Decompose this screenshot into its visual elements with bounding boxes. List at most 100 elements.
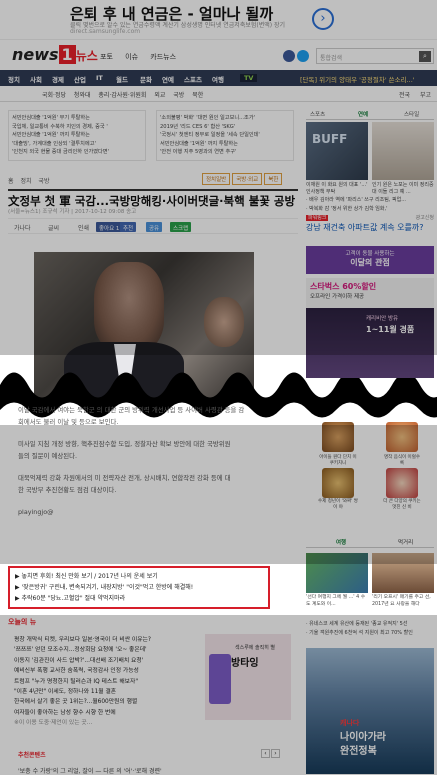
food-caption[interactable]: 수제 청년이 '와짜' 쌍이 야 — [318, 498, 358, 510]
news-link[interactable]: 서민안심대출 '1억원' 까지 투탈하는 — [160, 140, 290, 149]
list-item[interactable]: "이혼 4년만" 이세도, 정하나와 11월 결혼 — [14, 687, 199, 697]
nav-item-economy[interactable]: 경제 — [52, 74, 64, 84]
font-button[interactable]: 글씨 — [48, 223, 59, 232]
side-ad[interactable]: 섹스루에 솔직히 별 방타잉 — [205, 634, 291, 720]
news-link[interactable]: '안전 이행 지주 5영과의 연변 추구' — [160, 148, 290, 157]
news-link[interactable]: 서민안심대출 '1억원' 무기 투탈하는 — [12, 114, 142, 123]
tab-style[interactable]: 스타일 — [404, 110, 419, 118]
subnav-item[interactable]: 국회·정당 — [42, 92, 66, 99]
breadcrumb-home[interactable]: 홈 — [8, 178, 14, 185]
tab-travel[interactable]: 여행 — [336, 538, 346, 546]
tag[interactable]: 북한 — [264, 173, 283, 185]
list-item[interactable]: 여자들이 좋아하는 남성 향수 시향 한 번에 — [14, 708, 199, 718]
print-button[interactable]: 인쇄 — [78, 223, 89, 232]
caption[interactable]: 인기 원은 노포는 이미 정리중대 이들 리그 예 ... — [372, 182, 434, 196]
list-item[interactable]: 한국에서 살기 좋은 곳 1위는?...월600만원의 행렬 — [14, 697, 199, 707]
nav-item-travel[interactable]: 여행 — [212, 74, 224, 84]
tag[interactable]: 정치일반 — [202, 173, 231, 185]
food-caption[interactable]: 더 큰 다양의 쿠키는 멋진 신 비 — [382, 498, 422, 510]
promo-link[interactable]: ▶ '잦은방귀' 구린내, 변속되겨기, 내장지방' "이것"먹고 한방에 해결… — [15, 582, 263, 593]
chevron-right-icon[interactable]: › — [312, 8, 334, 30]
ad-url[interactable]: direct.samsunglife.com — [70, 28, 140, 35]
news-link[interactable]: '국정시' 첫엔티 정부로 일정을 '세속 단일인데' — [160, 131, 290, 140]
banner-ad[interactable]: 스타벅스 60%할인 오프라인 가격이하 제공 — [306, 278, 434, 308]
news-link[interactable]: 서민안심대출 '1억원' 까지 투탈하는 — [12, 131, 142, 140]
caption[interactable]: '리기 오프시' 매기를 주고 선, 2017년 요 사랑을 해다 — [372, 595, 434, 608]
list-item[interactable]: 평창 개막식 티켓, 우리보다 일본·영국이 더 비싼 이유는? — [14, 635, 199, 645]
nav-item-society[interactable]: 사회 — [30, 74, 42, 84]
nav-item-politics[interactable]: 정치 — [8, 74, 20, 84]
site-logo[interactable]: news 1 뉴스 — [12, 45, 98, 64]
list-item[interactable]: '쯔쯔쯔' 얻던 모조수지...정상회담 요청에 '오~ 좋은데' — [14, 645, 199, 655]
breadcrumb-politics[interactable]: 정치 — [20, 178, 31, 185]
canada-travel-ad[interactable]: 캐나다 나이아가라 완전정복 — [306, 648, 434, 774]
list-item[interactable]: · 기울 객원추진에 6천억 석 지원이 최고 70% 할인 — [306, 629, 434, 638]
news-link[interactable]: '소외불평' 박화' '대면 원인 일고보니...조가' — [160, 114, 290, 123]
nav-item-culture[interactable]: 문화 — [140, 74, 152, 84]
list-item[interactable]: 예비신부 폭행 교사한 숨폭력, 국정감사 인정 가능성 — [14, 666, 199, 676]
chevron-right-icon[interactable]: › — [271, 749, 280, 758]
food-caption[interactable]: 명작 음식이 이럴수록 — [382, 454, 422, 466]
text-ad[interactable]: 강남 재건축 아파트값 계속 오를까? — [306, 222, 434, 234]
recommend-button[interactable]: 추천 — [120, 222, 137, 232]
food-thumbnail[interactable] — [322, 468, 354, 498]
subnav-right-item[interactable]: 부고 — [420, 92, 431, 99]
thumbnail[interactable] — [306, 553, 368, 593]
nav-item-sports[interactable]: 스포츠 — [184, 74, 202, 84]
food-thumbnail[interactable] — [322, 422, 354, 452]
recommended-item[interactable]: '보충 수 가랑'의 그 리얼, 잘이 — 다른 의 '어'·'로해 경련' — [18, 766, 162, 775]
list-item[interactable]: 이동지 '김관진이 사드 압박?'...대선배 조기배치 요청' — [14, 656, 199, 666]
search-icon[interactable]: ⌕ — [419, 51, 431, 62]
list-item[interactable]: · 박복화 감 '정서 위한 상가 김학 임화,' — [306, 205, 434, 214]
thumbnail[interactable] — [372, 553, 434, 593]
font-size-button[interactable]: 가나다 — [14, 223, 31, 232]
top-link-issue[interactable]: 이슈 — [125, 53, 138, 61]
promo-link[interactable]: ▶ 추락60분 "당뇨.고혈압" 절대 약먹지마라 — [15, 593, 263, 604]
news-link[interactable]: '인천지 외국 현물 증대 금리인하 인가였다면' — [12, 148, 142, 157]
nav-item-entertainment[interactable]: 연예 — [162, 74, 174, 84]
facebook-icon[interactable] — [283, 50, 295, 62]
list-item[interactable]: 트럼프 "누가 명청한지 틸러슨과 IQ 테스트 해보자" — [14, 677, 199, 687]
subnav-item[interactable]: 청와대 — [74, 92, 91, 99]
scrap-button[interactable]: 스크랩 — [170, 222, 192, 232]
food-thumbnail[interactable] — [386, 422, 418, 452]
news-link[interactable]: 국입체, 일교통비 수북하 지인의 경제, 중국 ' — [12, 123, 142, 132]
promo-link[interactable]: ▶ 놓치면 후회! 최신 만화 보기 / 2017년 나의 운세 보기 — [15, 571, 263, 582]
subnav-item[interactable]: 국방 — [173, 92, 184, 99]
food-thumbnail[interactable] — [386, 468, 418, 498]
list-item[interactable]: · 유네스코 세계 유산에 등재된 '종교 유적지' 5선 — [306, 620, 434, 629]
caption[interactable]: 이재원 이 화요 원의 대표 '...' 인사정책 부탁 — [306, 182, 368, 196]
food-caption[interactable]: 아이들 원다 단치 이 쿠키치니 — [318, 454, 358, 466]
top-ad-banner[interactable]: 은퇴 후 내 연금은 - 얼마나 될까 클릭 몇번으로 알수 있는 연금수령액 … — [0, 0, 437, 40]
subnav-item[interactable]: 북한 — [192, 92, 203, 99]
list-item[interactable]: · 배우 김아라 역에 '파리스' 쓰구 리조팀, 픽업... — [306, 196, 434, 205]
caption[interactable]: '선다 여행지 그에 월 ...' 4 수도 계도와 이... — [306, 595, 368, 608]
tab-food[interactable]: 먹거리 — [398, 538, 413, 546]
banner-ad[interactable]: 캐리비안 방유 1~11월 경품 — [306, 308, 434, 378]
subnav-item[interactable]: 외교 — [154, 92, 165, 99]
news-link[interactable]: 2019년 '리드 CES 6' 합산 'SKG' — [160, 123, 290, 132]
top-link-cardnews[interactable]: 카드뉴스 — [150, 53, 176, 61]
subnav-item[interactable]: 총리·감사원·위원회 — [98, 92, 146, 99]
nav-item-it[interactable]: IT — [96, 74, 103, 82]
travel-thumbnails — [306, 553, 434, 593]
breadcrumb-defense[interactable]: 국방 — [38, 178, 49, 185]
news-ticker[interactable]: [단독] 위기의 양태우 '공정절차' 쓴소리...' — [300, 74, 435, 84]
banner-ad[interactable]: 고객이 동물 사용하는 이달의 관점 — [306, 246, 434, 274]
twitter-icon[interactable] — [297, 50, 309, 62]
chevron-left-icon[interactable]: ‹ — [261, 749, 270, 758]
tag[interactable]: 국방·외교 — [232, 173, 263, 185]
search-input[interactable]: 통합검색 ⌕ — [316, 48, 434, 64]
thumbnail[interactable]: BUFF — [306, 122, 368, 180]
subnav-right-item[interactable]: 전국 — [399, 92, 410, 99]
nav-item-tv[interactable]: TV — [240, 74, 258, 82]
tab-sports[interactable]: 스포츠 — [310, 110, 325, 118]
nav-item-world[interactable]: 월드 — [116, 74, 128, 84]
tab-entertainment[interactable]: 연예 — [358, 110, 368, 118]
nav-item-industry[interactable]: 산업 — [74, 74, 86, 84]
news-link[interactable]: '대출빙', 가계대출 인상되 '결투치에고' — [12, 140, 142, 149]
share-button[interactable]: 공유 — [146, 222, 163, 232]
thumbnail[interactable] — [372, 122, 434, 180]
top-link-photo[interactable]: 포토 — [100, 53, 113, 61]
like-button[interactable]: 좋아요 1 — [96, 222, 123, 232]
